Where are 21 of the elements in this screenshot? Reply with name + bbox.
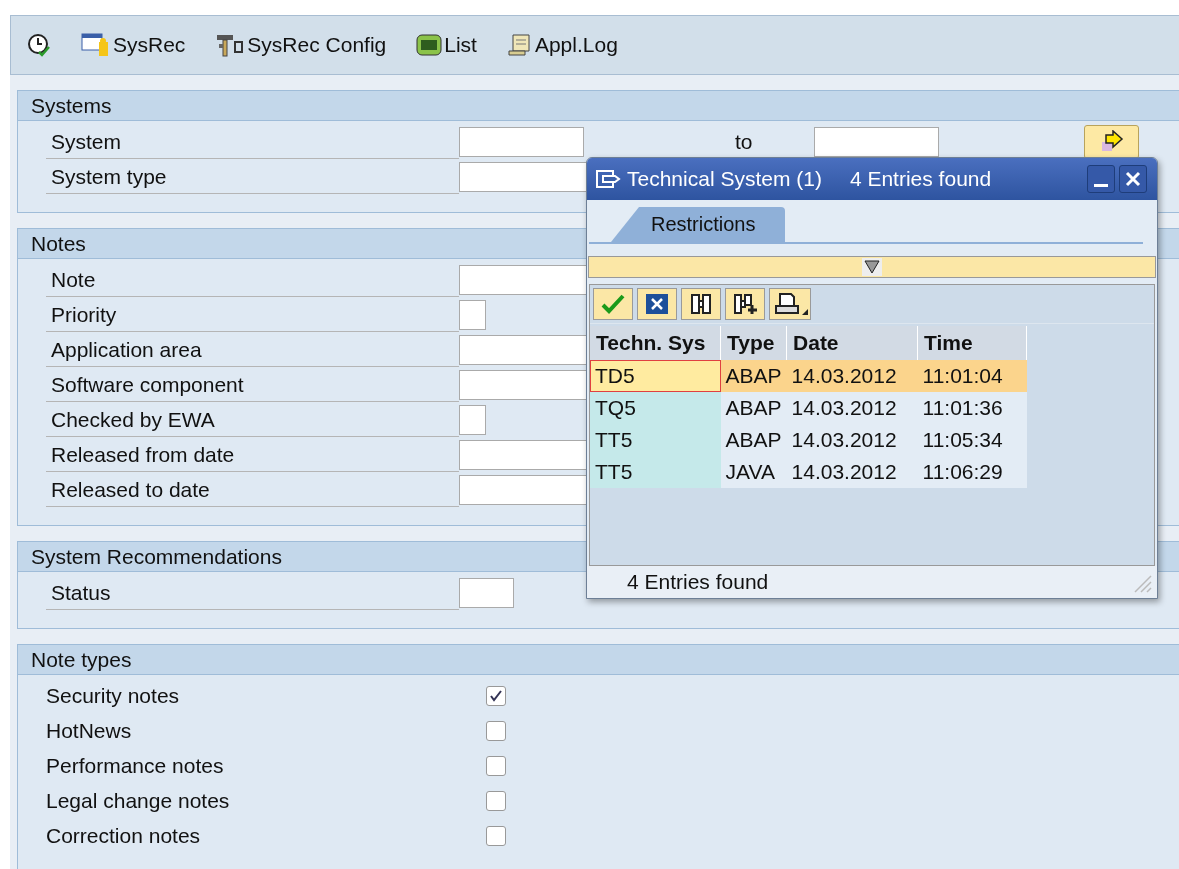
checkbox-label: Performance notes [46, 753, 225, 778]
group-title: Note types [18, 645, 1179, 675]
field-label: Software component [46, 367, 459, 402]
checkbox-label: Correction notes [46, 823, 202, 848]
to-label: to [735, 129, 754, 154]
field-label: Note [46, 262, 459, 297]
status-text: 4 Entries found [627, 570, 769, 594]
group-title: Systems [18, 91, 1179, 121]
field-label: Released to date [46, 472, 459, 507]
field-label: Application area [46, 332, 459, 367]
checkbox-label: Security notes [46, 683, 181, 708]
dialog-subtitle: 4 Entries found [849, 167, 992, 191]
dialog-title: Technical System (1) [627, 167, 822, 191]
field-label: Checked by EWA [46, 402, 459, 437]
field-label: System [46, 124, 459, 159]
field-label: Released from date [46, 437, 459, 472]
field-label: System type [46, 159, 459, 194]
field-label: Priority [46, 297, 459, 332]
field-label: Status [46, 575, 459, 610]
checkbox-label: Legal change notes [46, 788, 231, 813]
checkbox-label: HotNews [46, 718, 133, 743]
